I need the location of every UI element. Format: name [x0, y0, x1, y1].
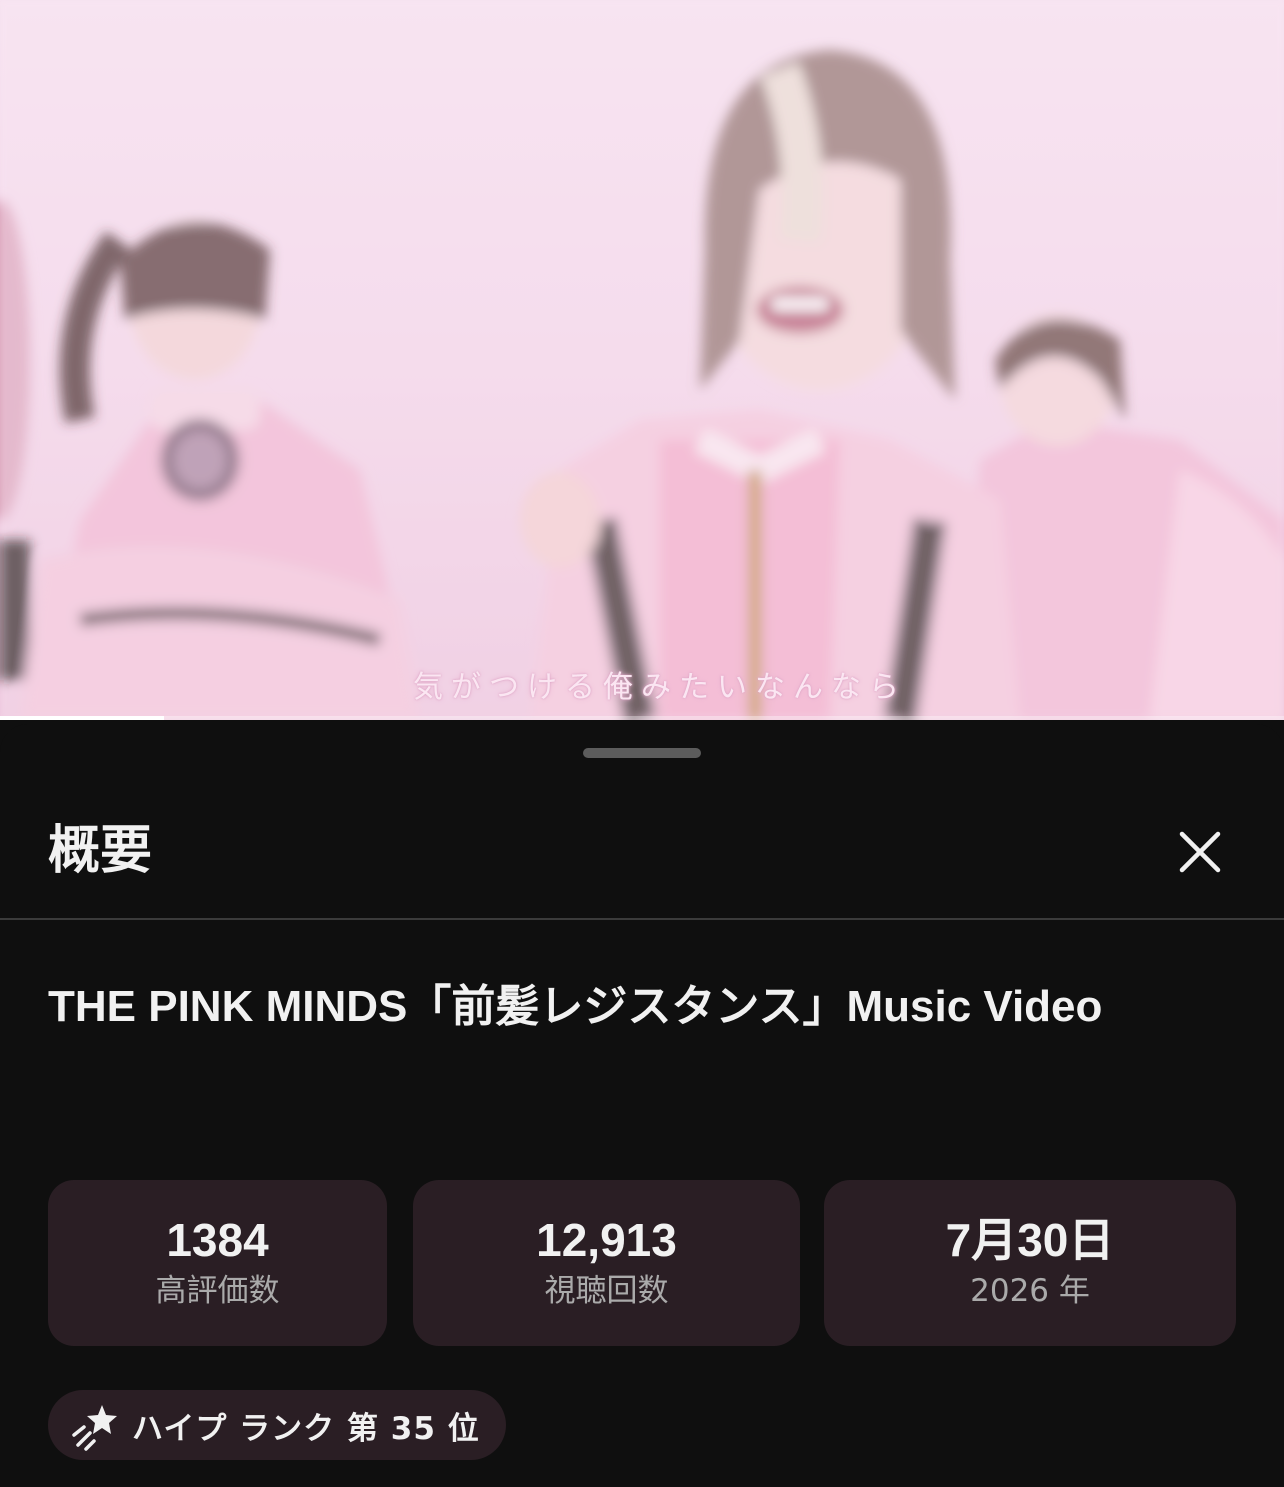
stat-views-value: 12,913 — [536, 1214, 677, 1266]
video-subtitle: 気がつける俺みたいなんなら — [413, 670, 907, 705]
sheet-title: 概要 — [48, 821, 153, 881]
stat-date: 7月30日 2026 年 — [824, 1180, 1236, 1346]
stat-date-value: 7月30日 — [945, 1214, 1115, 1266]
progress-bar-fill — [0, 716, 165, 720]
video-player[interactable]: 気がつける俺みたいなんなら — [0, 0, 1284, 720]
stat-likes-label: 高評価数 — [155, 1273, 280, 1309]
stat-likes: 1384 高評価数 — [48, 1180, 387, 1346]
close-button[interactable] — [1168, 820, 1232, 884]
description-sheet: 概要 THE PINK MINDS「前髪レジスタンス」Music Video 1… — [0, 724, 1284, 1487]
hype-rank-chip[interactable]: ハイプ ランク 第 35 位 — [48, 1390, 506, 1460]
stat-views: 12,913 視聴回数 — [413, 1180, 800, 1346]
drag-handle[interactable] — [583, 748, 701, 758]
hype-rank-label: ハイプ ランク 第 35 位 — [132, 1410, 480, 1447]
stat-date-year: 2026 年 — [970, 1273, 1090, 1309]
stat-likes-value: 1384 — [166, 1214, 269, 1266]
hype-star-icon — [72, 1405, 117, 1451]
progress-bar[interactable] — [0, 716, 1284, 720]
sheet-header: 概要 — [0, 784, 1284, 920]
video-title: THE PINK MINDS「前髪レジスタンス」Music Video — [48, 982, 1103, 1031]
stat-views-label: 視聴回数 — [544, 1273, 669, 1309]
close-icon — [1179, 831, 1221, 873]
video-frame-image — [0, 0, 1284, 720]
